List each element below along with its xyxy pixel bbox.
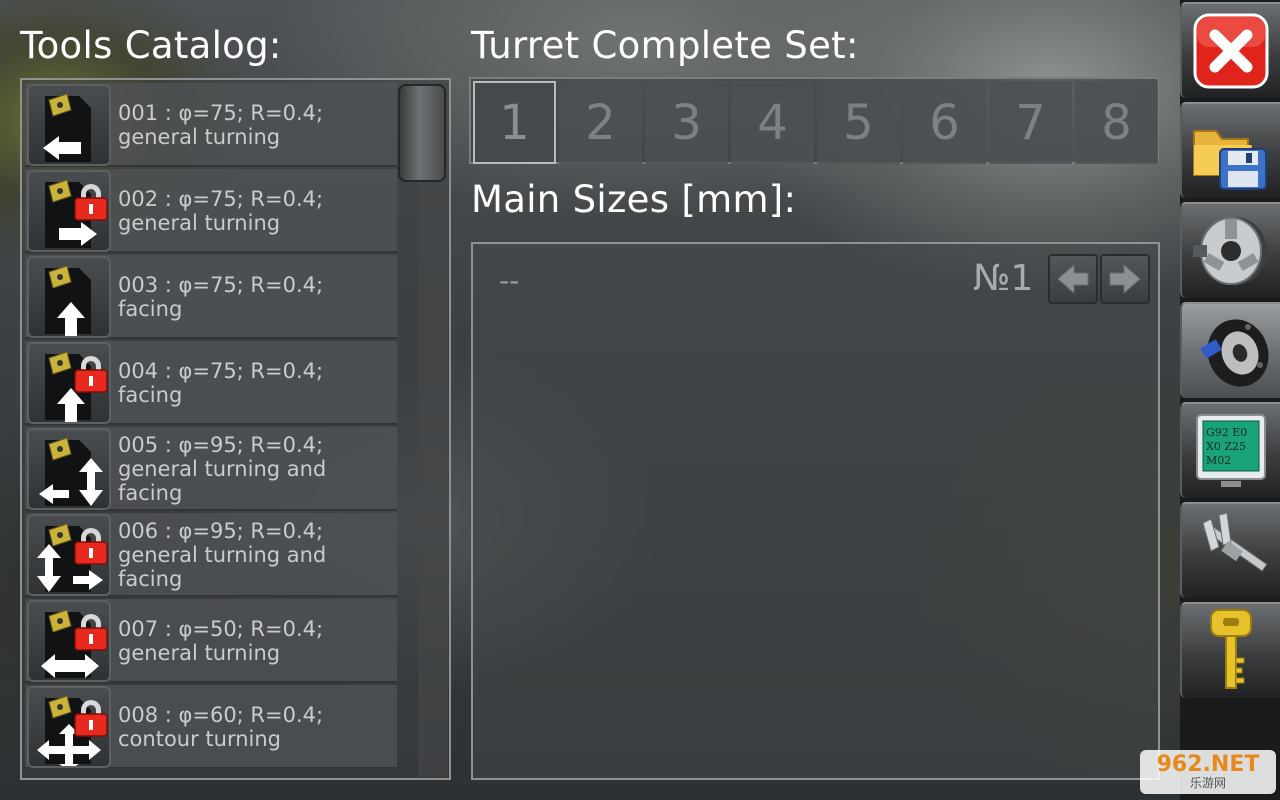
turret-tab-7[interactable]: 7	[989, 81, 1072, 164]
tool-arrow-leftright-icon	[27, 600, 111, 682]
tool-arrow-right-icon	[27, 170, 111, 252]
turret-title: Turret Complete Set:	[471, 24, 859, 67]
right-toolbar: G92 E0 X0 Z25 M02	[1180, 0, 1280, 800]
tool-label: 004 : φ=75; R=0.4; facing	[118, 359, 324, 407]
tool-list-item[interactable]: 001 : φ=75; R=0.4; general turning	[25, 83, 397, 167]
turret-tab-4[interactable]: 4	[731, 81, 814, 164]
main-sizes-title: Main Sizes [mm]:	[471, 178, 797, 221]
tool-arrow-cross-icon	[27, 686, 111, 768]
key-button[interactable]	[1180, 602, 1280, 698]
tool-list-item[interactable]: 002 : φ=75; R=0.4; general turning	[25, 169, 397, 253]
watermark-top: 962.NET	[1156, 752, 1260, 777]
watermark-bottom: 乐游网	[1189, 776, 1226, 790]
arrow-right-icon	[1109, 263, 1141, 295]
tool-list-item[interactable]: 006 : φ=95; R=0.4; general turning and f…	[25, 513, 397, 597]
close-button[interactable]	[1180, 2, 1280, 98]
watermark-logo: 962.NET 乐游网	[1140, 750, 1276, 794]
gcode-line-3: M02	[1206, 454, 1231, 467]
tool-label: 008 : φ=60; R=0.4; contour turning	[118, 703, 324, 751]
gcode-button[interactable]: G92 E0 X0 Z25 M02	[1180, 402, 1280, 498]
scrollbar-thumb[interactable]	[398, 84, 446, 182]
tool-arrow-up-icon	[27, 342, 111, 424]
tool-arrow-up-icon	[27, 256, 111, 338]
gcode-monitor-icon: G92 E0 X0 Z25 M02	[1196, 414, 1266, 487]
tool-label: 007 : φ=50; R=0.4; general turning	[118, 617, 324, 665]
key-icon	[1210, 609, 1252, 689]
tool-label: 002 : φ=75; R=0.4; general turning	[118, 187, 324, 235]
chuck-button[interactable]	[1180, 202, 1280, 298]
main-sizes-panel: -- №1	[471, 242, 1160, 780]
tool-label: 001 : φ=75; R=0.4; general turning	[118, 101, 324, 149]
turret-tabs: 12345678	[469, 77, 1159, 164]
caliper-button[interactable]	[1180, 502, 1280, 598]
tool-arrow-right-updown-icon	[27, 514, 111, 596]
close-icon	[1193, 13, 1269, 89]
save-button[interactable]	[1180, 102, 1280, 198]
tool-arrow-left-updown-icon	[27, 428, 111, 510]
turret-tab-5[interactable]: 5	[817, 81, 900, 164]
gcode-line-1: G92 E0	[1206, 426, 1247, 439]
tools-catalog-title: Tools Catalog:	[20, 24, 282, 67]
next-button[interactable]	[1100, 254, 1150, 304]
tool-label: 005 : φ=95; R=0.4; general turning and f…	[118, 433, 327, 505]
turret-button[interactable]	[1180, 302, 1280, 398]
turret-tab-8[interactable]: 8	[1075, 81, 1158, 164]
scrollbar-track[interactable]	[418, 83, 448, 777]
lathe-chuck-icon	[1193, 217, 1267, 285]
tools-catalog-list[interactable]: 001 : φ=75; R=0.4; general turning 002 : …	[20, 78, 451, 780]
prev-button[interactable]	[1048, 254, 1098, 304]
turret-disk-icon	[1200, 319, 1269, 387]
tool-list-item[interactable]: 004 : φ=75; R=0.4; facing	[25, 341, 397, 425]
turret-tab-2[interactable]: 2	[559, 81, 642, 164]
tool-list-item[interactable]: 007 : φ=50; R=0.4; general turning	[25, 599, 397, 683]
gcode-line-2: X0 Z25	[1206, 440, 1246, 453]
turret-tab-6[interactable]: 6	[903, 81, 986, 164]
caliper-icon	[1202, 512, 1268, 572]
main-sizes-value: --	[499, 264, 520, 297]
tool-arrow-left-icon	[27, 84, 111, 166]
tool-list-item[interactable]: 005 : φ=95; R=0.4; general turning and f…	[25, 427, 397, 511]
tool-list-item[interactable]: 003 : φ=75; R=0.4; facing	[25, 255, 397, 339]
tool-list-item[interactable]: 008 : φ=60; R=0.4; contour turning	[25, 685, 397, 769]
save-folder-icon	[1193, 130, 1267, 190]
tool-label: 003 : φ=75; R=0.4; facing	[118, 273, 324, 321]
turret-tab-3[interactable]: 3	[645, 81, 728, 164]
turret-tab-1[interactable]: 1	[473, 81, 556, 164]
arrow-left-icon	[1057, 263, 1089, 295]
tool-label: 006 : φ=95; R=0.4; general turning and f…	[118, 519, 327, 591]
tool-position-label: №1	[973, 258, 1034, 299]
